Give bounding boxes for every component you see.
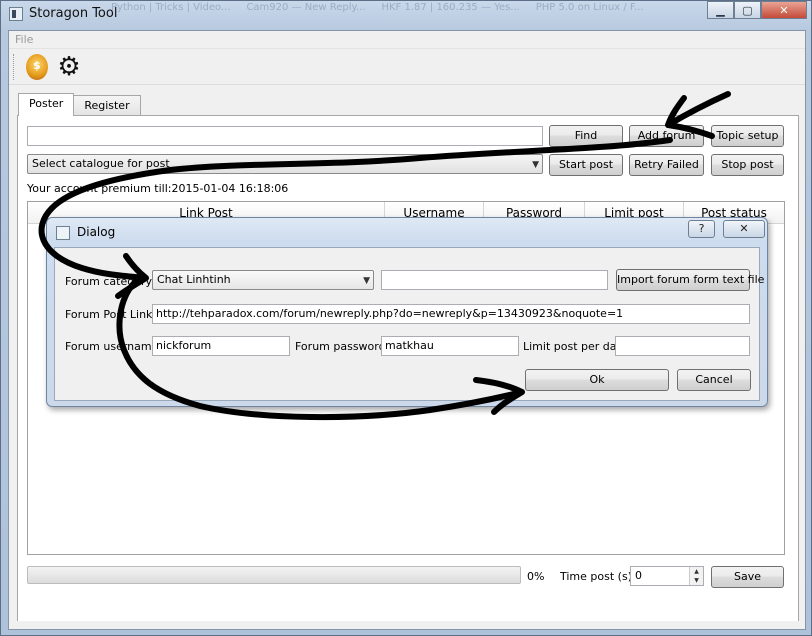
category-extra-input[interactable] [381, 270, 608, 290]
tab-poster[interactable]: Poster [18, 93, 75, 116]
chevron-down-icon: ▼ [363, 276, 370, 286]
save-button[interactable]: Save [711, 566, 784, 588]
window-frame: Python | Tricks | Video... Cam920 — New … [0, 0, 812, 636]
dialog-title: Dialog [77, 225, 116, 239]
dialog-close-button[interactable]: ✕ [723, 220, 765, 238]
topic-setup-button[interactable]: Topic setup [711, 125, 784, 147]
status-bar [9, 621, 805, 629]
help-button[interactable]: ? [688, 220, 715, 238]
search-input[interactable] [27, 126, 543, 146]
maximize-button[interactable]: ▢ [734, 1, 761, 19]
import-forum-button[interactable]: Import forum form text file [616, 269, 764, 291]
catalogue-select-text: Select catalogue for post [32, 157, 170, 170]
add-forum-button[interactable]: Add forum [629, 125, 704, 147]
tab-bar: Poster Register [18, 93, 141, 116]
menu-bar: File [9, 31, 805, 49]
progress-bar [27, 566, 521, 584]
forum-password-label: Forum password [295, 340, 386, 353]
forum-post-link-input[interactable]: http://tehparadox.com/forum/newreply.php… [152, 304, 750, 324]
forum-password-input[interactable]: matkhau [381, 336, 519, 356]
app-icon [9, 7, 23, 21]
menu-file[interactable]: File [15, 33, 33, 46]
find-button[interactable]: Find [549, 125, 623, 147]
forum-category-value: Chat Linhtinh [157, 273, 231, 286]
window-controls: ▁ ▢ ✕ [707, 1, 807, 19]
toolbar-grip[interactable] [13, 53, 16, 80]
window-title: Storagon Tool [29, 6, 118, 21]
limit-post-label: Limit post per day [523, 340, 624, 353]
time-post-label: Time post (s) [560, 570, 632, 583]
forum-username-label: Forum username [65, 340, 159, 353]
stop-post-button[interactable]: Stop post [711, 154, 784, 176]
time-post-value: 0 [635, 569, 642, 582]
account-info: Your account premium till:2015-01-04 16:… [27, 182, 289, 195]
close-button[interactable]: ✕ [761, 1, 807, 19]
forum-username-input[interactable]: nickforum [152, 336, 290, 356]
dialog-icon [56, 226, 70, 240]
catalogue-select[interactable]: Select catalogue for post ▼ [27, 154, 543, 174]
add-forum-dialog: Dialog ? ✕ Forum category Chat Linhtinh … [46, 217, 768, 407]
progress-text: 0% [527, 570, 545, 583]
toolbar: ⚙ [9, 49, 805, 85]
spin-arrows-icon[interactable]: ▲ ▼ [689, 567, 703, 585]
time-post-spinbox[interactable]: 0 ▲ ▼ [630, 566, 704, 586]
retry-failed-button[interactable]: Retry Failed [629, 154, 704, 176]
dialog-client: Forum category Chat Linhtinh ▼ Import fo… [54, 247, 764, 401]
chevron-down-icon: ▼ [532, 160, 539, 170]
forum-category-label: Forum category [65, 275, 152, 288]
limit-post-input[interactable] [615, 336, 750, 356]
forum-category-select[interactable]: Chat Linhtinh ▼ [152, 270, 374, 290]
tab-register[interactable]: Register [73, 95, 141, 116]
premium-user-icon[interactable] [26, 53, 48, 80]
minimize-button[interactable]: ▁ [707, 1, 734, 19]
gear-icon[interactable]: ⚙ [56, 54, 82, 80]
ok-button[interactable]: Ok [525, 369, 669, 391]
title-bar: Storagon Tool ▁ ▢ ✕ [1, 1, 812, 29]
start-post-button[interactable]: Start post [549, 154, 623, 176]
cancel-button[interactable]: Cancel [677, 369, 751, 391]
forum-post-link-label: Forum Post Link [65, 308, 153, 321]
